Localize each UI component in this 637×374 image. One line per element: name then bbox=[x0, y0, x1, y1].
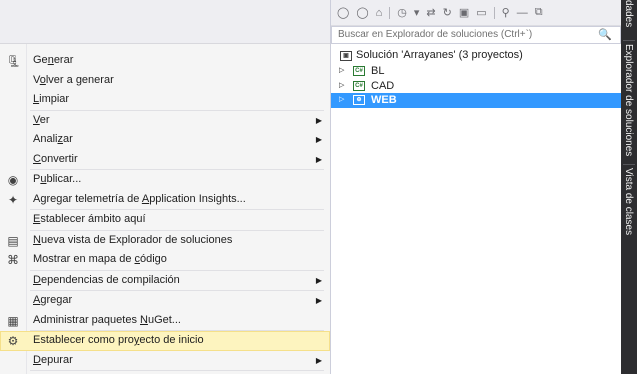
toolbar-button-icon[interactable]: ⌂ bbox=[376, 7, 383, 19]
menu-item-label: Ver bbox=[33, 113, 50, 126]
toolbar-button-icon[interactable]: ▣ bbox=[459, 6, 469, 19]
toolbar-button-icon[interactable]: ⧉ bbox=[535, 6, 543, 19]
menu-item[interactable]: ▤ Nueva vista de Explorador de soluciones bbox=[0, 231, 330, 251]
menu-item[interactable]: Depurar ▶ bbox=[0, 351, 330, 371]
side-dock-tabs: dades Explorador de soluciones Vista de cl… bbox=[621, 0, 637, 374]
solution-tree: ▣ Solución 'Arrayanes' (3 proyectos) ▷ C#… bbox=[331, 48, 621, 108]
project-icon: C# bbox=[353, 66, 365, 76]
menu-item[interactable]: ✦ Agregar telemetría de Application Insig… bbox=[0, 190, 330, 210]
project-icon: ⊕ bbox=[353, 95, 365, 105]
menu-item[interactable]: Limpiar bbox=[0, 90, 330, 110]
menu-item[interactable]: Convertir ▶ bbox=[0, 150, 330, 170]
toolbar-button-icon[interactable]: ◯ bbox=[337, 6, 349, 19]
menu-item-label: Depurar bbox=[33, 353, 73, 366]
project-node[interactable]: ▷ ⊕ WEB bbox=[331, 93, 621, 108]
submenu-arrow-icon: ▶ bbox=[315, 135, 322, 144]
toolbar-button-icon[interactable]: ▭ bbox=[476, 6, 486, 19]
dock-tab[interactable]: Vista de clases bbox=[623, 168, 634, 235]
code-map-icon: ⌘ bbox=[7, 253, 19, 267]
menu-item-label: Agregar bbox=[33, 294, 73, 306]
dock-tab[interactable]: Explorador de soluciones bbox=[623, 44, 634, 156]
new-view-icon: ▤ bbox=[7, 233, 19, 248]
solution-icon: ▣ bbox=[340, 51, 352, 61]
toolbar-button-icon[interactable]: ◷ bbox=[397, 6, 407, 19]
menu-item[interactable]: Analizar ▶ bbox=[0, 130, 330, 150]
build-icon: 🗜 bbox=[6, 54, 22, 68]
menu-item[interactable]: Ver ▶ bbox=[0, 111, 330, 131]
menu-item[interactable]: ▦ Administrar paquetes NuGet... bbox=[0, 311, 330, 331]
submenu-arrow-icon: ▶ bbox=[315, 115, 322, 125]
menu-item-label: Limpiar bbox=[33, 93, 70, 105]
expand-arrow-icon[interactable]: ▷ bbox=[339, 64, 344, 79]
menu-item-label: Mostrar en mapa de código bbox=[33, 253, 167, 265]
toolbar-separator bbox=[389, 6, 391, 19]
menu-header-area bbox=[0, 0, 330, 44]
solution-explorer-search-input[interactable]: Buscar en Explorador de soluciones (Ctrl… bbox=[331, 26, 621, 44]
toolbar-button-icon[interactable]: ↻ bbox=[443, 6, 452, 19]
telemetry-icon: ✦ bbox=[7, 192, 19, 207]
menu-item-label: Volver a generar bbox=[33, 73, 114, 86]
dock-tab[interactable]: dades bbox=[623, 0, 634, 27]
solution-label: Solución 'Arrayanes' (3 proyectos) bbox=[356, 49, 523, 61]
project-label: WEB bbox=[371, 94, 397, 106]
project-node[interactable]: ▷ C# CAD bbox=[331, 79, 621, 94]
toolbar-button-icon[interactable]: ⇄ bbox=[426, 6, 435, 19]
search-placeholder: Buscar en Explorador de soluciones (Ctrl… bbox=[338, 29, 533, 40]
menu-item-label: Establecer ámbito aquí bbox=[33, 213, 146, 225]
toolbar-separator bbox=[493, 6, 495, 19]
menu-item-list: 🗜 Generar Volver a generar Limpiar Ver ▶ Anali… bbox=[0, 51, 330, 374]
expand-arrow-icon[interactable]: ▷ bbox=[339, 93, 344, 108]
project-label: BL bbox=[371, 65, 385, 77]
menu-item-label: Publicar... bbox=[33, 173, 82, 185]
menu-item-label: Convertir bbox=[33, 152, 78, 165]
search-icon[interactable]: 🔍 bbox=[598, 28, 612, 41]
publish-icon: ◉ bbox=[7, 173, 19, 187]
project-icon: C# bbox=[353, 80, 365, 91]
menu-item-label: Generar bbox=[33, 54, 74, 66]
menu-item-label: Administrar paquetes NuGet... bbox=[33, 313, 181, 326]
menu-item[interactable]: ◉ Publicar... bbox=[0, 170, 330, 190]
menu-item[interactable]: Dependencias de compilación ▶ bbox=[0, 271, 330, 291]
menu-item[interactable]: Agregar ▶ bbox=[0, 291, 330, 311]
menu-item-label: Dependencias de compilación bbox=[33, 273, 180, 286]
menu-item-label: Establecer como proyecto de inicio bbox=[33, 334, 204, 346]
dock-tab-divider bbox=[623, 164, 635, 165]
nuget-icon: ▦ bbox=[7, 313, 19, 328]
submenu-arrow-icon: ▶ bbox=[315, 296, 322, 305]
toolbar-button-icon[interactable]: ◯ bbox=[356, 6, 368, 19]
toolbar-button-icon[interactable]: ▾ bbox=[414, 6, 420, 19]
dock-tab-divider bbox=[623, 40, 635, 41]
startup-icon: ⚙ bbox=[7, 334, 19, 348]
context-menu: 🗜 Generar Volver a generar Limpiar Ver ▶ Anali… bbox=[0, 0, 330, 374]
project-node[interactable]: ▷ C# BL bbox=[331, 64, 621, 79]
menu-item[interactable]: ⚙ Establecer como proyecto de inicio bbox=[0, 331, 330, 351]
menu-item[interactable]: ⌘ Mostrar en mapa de código bbox=[0, 250, 330, 270]
expand-arrow-icon[interactable]: ▷ bbox=[339, 79, 344, 94]
submenu-arrow-icon: ▶ bbox=[315, 275, 322, 285]
solution-explorer-toolbar: ◯ ◯ ⌂ ◷ ▾ ⇄ ↻ ▣ ▭ ⚲ — ⧉ bbox=[331, 0, 621, 26]
solution-node[interactable]: ▣ Solución 'Arrayanes' (3 proyectos) bbox=[331, 48, 621, 64]
menu-item-label: Nueva vista de Explorador de soluciones bbox=[33, 233, 233, 246]
menu-item-label: Agregar telemetría de Application Insigh… bbox=[33, 192, 246, 205]
menu-item[interactable]: Volver a generar bbox=[0, 71, 330, 91]
menu-item[interactable]: 🗜 Generar bbox=[0, 51, 330, 71]
project-list: ▷ C# BL ▷ C# CAD ▷ ⊕ WEB bbox=[331, 64, 621, 108]
menu-item[interactable]: Establecer ámbito aquí bbox=[0, 210, 330, 230]
submenu-arrow-icon: ▶ bbox=[315, 154, 322, 164]
toolbar-button-icon[interactable]: ⚲ bbox=[502, 6, 510, 19]
submenu-arrow-icon: ▶ bbox=[315, 355, 322, 365]
toolbar-button-icon[interactable]: — bbox=[517, 7, 528, 19]
project-label: CAD bbox=[371, 79, 395, 92]
solution-explorer: ◯ ◯ ⌂ ◷ ▾ ⇄ ↻ ▣ ▭ ⚲ — ⧉ Buscar en Explorador de sol… bbox=[330, 0, 621, 374]
menu-item-label: Analizar bbox=[33, 133, 73, 145]
